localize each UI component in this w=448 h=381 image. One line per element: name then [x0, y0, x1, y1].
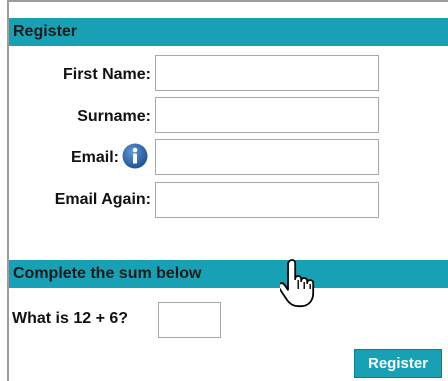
surname-input[interactable]	[155, 97, 379, 133]
first-name-label: First Name:	[62, 66, 151, 83]
register-section-header: Register	[9, 18, 448, 46]
info-icon[interactable]	[122, 143, 148, 169]
register-button[interactable]: Register	[354, 349, 442, 378]
sum-section-title: Complete the sum below	[13, 265, 202, 282]
sum-question-label: What is 12 + 6?	[12, 310, 129, 327]
email-label: Email:	[70, 149, 119, 166]
email-again-input[interactable]	[155, 182, 379, 218]
first-name-input[interactable]	[155, 55, 379, 91]
hand-cursor-icon	[280, 259, 315, 308]
email-again-label: Email Again:	[54, 191, 151, 208]
register-section-title: Register	[13, 23, 78, 40]
sum-section-header: Complete the sum below	[9, 260, 448, 288]
email-input[interactable]	[155, 139, 379, 175]
surname-label: Surname:	[77, 108, 151, 125]
sum-answer-input[interactable]	[158, 302, 221, 338]
